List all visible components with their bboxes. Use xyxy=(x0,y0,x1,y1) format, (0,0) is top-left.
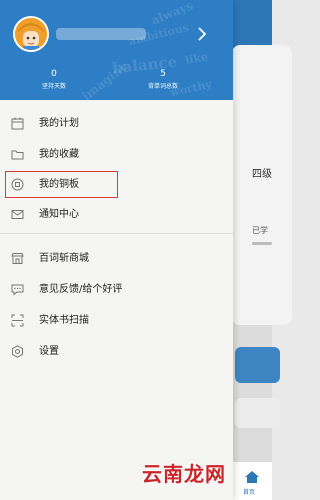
background-progress-label: 已学 xyxy=(252,226,268,235)
chevron-right-icon[interactable] xyxy=(196,26,208,42)
menu-item-shop[interactable]: 百词斩商城 xyxy=(0,244,233,274)
background-start-button[interactable] xyxy=(235,347,280,383)
scan-icon xyxy=(11,314,24,327)
menu-item-label: 实体书扫描 xyxy=(39,315,89,326)
background-progress-bar xyxy=(252,242,272,245)
shop-icon xyxy=(11,253,24,264)
stat-value: 5 xyxy=(160,69,166,79)
watermark-word: like xyxy=(184,50,209,67)
stat-label: 坚持天数 xyxy=(41,83,66,90)
stat-total-words: 5 背单词总数 xyxy=(133,69,193,92)
tab-home[interactable]: 首页 xyxy=(232,462,272,500)
stat-label: 背单词总数 xyxy=(147,83,178,90)
background-card-text: 四级 xyxy=(252,169,272,180)
menu-item-notifications[interactable]: 通知中心 xyxy=(0,200,233,230)
profile-header[interactable]: always ambitious balance like imagine wo… xyxy=(0,0,233,100)
avatar[interactable] xyxy=(13,16,49,52)
mail-icon xyxy=(11,210,24,219)
menu-item-book-scan[interactable]: 实体书扫描 xyxy=(0,306,233,336)
background-box xyxy=(235,398,280,428)
stat-streak-days: 0 坚持天数 xyxy=(24,69,84,92)
menu-item-label: 通知中心 xyxy=(39,209,79,220)
site-watermark: 云南龙网 xyxy=(142,462,226,486)
avatar-face-icon xyxy=(15,18,47,50)
tab-home-label: 首页 xyxy=(243,489,256,496)
gear-icon xyxy=(12,345,23,358)
menu-item-label: 意见反馈/给个好评 xyxy=(39,284,123,295)
home-icon xyxy=(245,471,259,483)
calendar-icon xyxy=(11,117,24,130)
menu-item-settings[interactable]: 设置 xyxy=(0,337,233,367)
username[interactable] xyxy=(56,28,146,40)
menu-item-my-favorites[interactable]: 我的收藏 xyxy=(0,140,233,170)
background-card xyxy=(232,45,292,325)
menu-item-label: 设置 xyxy=(39,346,59,357)
navigation-drawer: always ambitious balance like imagine wo… xyxy=(0,0,233,500)
menu-item-my-plan[interactable]: 我的计划 xyxy=(0,109,233,139)
menu-item-label: 百词斩商城 xyxy=(39,253,89,264)
menu-item-feedback[interactable]: 意见反馈/给个好评 xyxy=(0,275,233,305)
menu-item-label: 我的收藏 xyxy=(39,149,79,160)
menu-item-label: 我的计划 xyxy=(39,118,79,129)
highlight-box xyxy=(5,171,118,198)
feedback-icon xyxy=(11,284,24,296)
folder-icon xyxy=(11,150,24,160)
watermark-word: imagine xyxy=(79,58,131,100)
stat-value: 0 xyxy=(51,69,57,79)
divider xyxy=(0,233,233,234)
